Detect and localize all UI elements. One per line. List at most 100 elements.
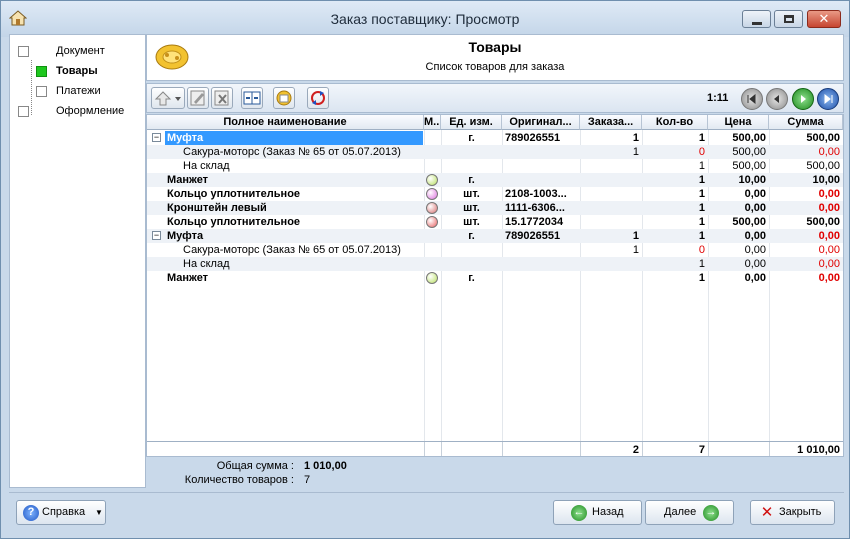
table-row[interactable]: На склад 1 0,00 0,00 [147, 257, 843, 271]
total-qty: 7 [698, 444, 705, 456]
table-row[interactable]: Манжет г. 1 10,00 10,00 [147, 173, 843, 187]
goods-count-label: Количество товаров : [184, 474, 294, 486]
cell-qty: 1 [698, 132, 705, 144]
first-icon [747, 93, 756, 105]
cell-name: На склад [183, 258, 230, 270]
minimize-button[interactable] [742, 10, 771, 28]
cell-qty: 1 [698, 216, 705, 228]
cell-ordered [580, 257, 642, 271]
column-header-ordered[interactable]: Заказа... [580, 115, 642, 130]
cell-unit: шт. [463, 188, 480, 200]
close-label: Закрыть [779, 506, 822, 518]
next-label: Далее [664, 506, 697, 518]
cell-sum: 500,00 [806, 160, 840, 172]
step-label: Товары [56, 65, 98, 77]
edit-button[interactable] [187, 87, 209, 109]
cell-sum: 0,00 [818, 202, 840, 214]
refresh-button[interactable] [307, 87, 329, 109]
next-icon [801, 95, 806, 103]
step-label: Платежи [56, 85, 101, 97]
record-counter: 1:11 [707, 92, 729, 104]
cell-price: 0,00 [744, 188, 766, 200]
cell-qty: 1 [698, 230, 705, 242]
cell-unit [441, 257, 502, 271]
cell-unit: г. [468, 174, 475, 186]
cell-name: На склад [183, 160, 230, 172]
cell-qty: 1 [698, 174, 705, 186]
goods-count-value: 7 [304, 474, 311, 486]
split-columns-icon [243, 91, 261, 105]
table-row[interactable]: − Муфта г. 789026551 1 1 0,00 0,00 [147, 229, 843, 243]
delete-icon [214, 90, 229, 106]
table-row[interactable]: Кронштейн левый шт. 1111-6306... 1 0,00 0,00 [147, 201, 843, 215]
table-row[interactable]: Сакура-моторс (Заказ № 65 от 05.07.2013)… [147, 145, 843, 159]
section-header: Товары Список товаров для заказа [146, 34, 844, 81]
column-header-original[interactable]: Оригинал... [502, 115, 580, 130]
back-button[interactable]: ← Назад [553, 500, 642, 525]
step-label: Оформление [56, 105, 125, 117]
column-header-mark[interactable]: М... [424, 115, 441, 130]
cell-ordered [580, 215, 642, 229]
next-button[interactable]: Далее → [645, 500, 734, 525]
first-record-button[interactable] [741, 88, 763, 110]
collapse-icon[interactable]: − [152, 133, 161, 142]
close-x-icon: ✕ [760, 504, 774, 521]
section-subtitle: Список товаров для заказа [425, 61, 565, 73]
maximize-icon [784, 15, 794, 23]
cell-original: 1111-6306... [505, 202, 565, 214]
cell-name: Кольцо уплотнительное [167, 188, 301, 200]
help-button[interactable]: ? Справка ▼ [16, 500, 106, 525]
status-dot-icon [426, 272, 438, 284]
cell-original [502, 271, 580, 285]
prev-record-button[interactable] [766, 88, 788, 110]
table-row[interactable]: Сакура-моторс (Заказ № 65 от 05.07.2013)… [147, 243, 843, 257]
cell-name: Кронштейн левый [167, 202, 267, 214]
cell-original [502, 257, 580, 271]
next-record-button[interactable] [792, 88, 814, 110]
close-button[interactable]: ✕ Закрыть [750, 500, 835, 525]
table-row[interactable]: Кольцо уплотнительное шт. 2108-1003... 1 0,0… [147, 187, 843, 201]
collapse-icon[interactable]: − [152, 231, 161, 240]
status-dot-icon [426, 216, 438, 228]
column-header-unit[interactable]: Ед. изм. [441, 115, 502, 130]
last-record-button[interactable] [817, 88, 839, 110]
cell-ordered [580, 201, 642, 215]
cell-name: Сакура-моторс (Заказ № 65 от 05.07.2013) [183, 244, 401, 256]
cell-price: 500,00 [732, 216, 766, 228]
cell-unit: г. [468, 272, 475, 284]
totals-row: 2 7 1 010,00 [147, 441, 843, 456]
cell-unit: шт. [463, 202, 480, 214]
total-sum-value: 1 010,00 [304, 460, 347, 472]
table-row[interactable]: Манжет г. 1 0,00 0,00 [147, 271, 843, 285]
total-ordered: 2 [632, 444, 639, 456]
goods-grid[interactable]: Полное наименование М... Ед. изм. Оригин… [146, 114, 844, 457]
cell-name: Сакура-моторс (Заказ № 65 от 05.07.2013) [183, 146, 401, 158]
column-header-sum[interactable]: Сумма [769, 115, 843, 130]
cell-unit: г. [468, 230, 475, 242]
folder-icon [276, 90, 292, 106]
table-row[interactable]: − Муфта г. 789026551 1 1 500,00 500,00 [147, 131, 843, 145]
cell-ordered: 1 [632, 132, 639, 144]
cell-original [502, 159, 580, 173]
cell-original [502, 173, 580, 187]
maximize-button[interactable] [774, 10, 803, 28]
cell-original [502, 145, 580, 159]
cell-ordered: 1 [632, 244, 639, 256]
table-row[interactable]: На склад 1 500,00 500,00 [147, 159, 843, 173]
cell-original: 789026551 [505, 230, 561, 242]
cell-qty: 1 [698, 258, 705, 270]
column-header-name[interactable]: Полное наименование [147, 115, 424, 130]
close-window-button[interactable]: ✕ [807, 10, 841, 28]
tree-connector [31, 60, 32, 115]
cell-original [502, 243, 580, 257]
column-header-qty[interactable]: Кол-во [642, 115, 708, 130]
move-up-dropdown-button[interactable] [151, 87, 185, 109]
cell-sum: 0,00 [818, 146, 840, 158]
step-box-icon [36, 86, 47, 97]
split-columns-button[interactable] [241, 87, 263, 109]
folder-button[interactable] [273, 87, 295, 109]
table-row[interactable]: Кольцо уплотнительное шт. 15.1772034 1 500,0… [147, 215, 843, 229]
cell-ordered [580, 173, 642, 187]
column-header-price[interactable]: Цена [708, 115, 769, 130]
delete-button[interactable] [211, 87, 233, 109]
